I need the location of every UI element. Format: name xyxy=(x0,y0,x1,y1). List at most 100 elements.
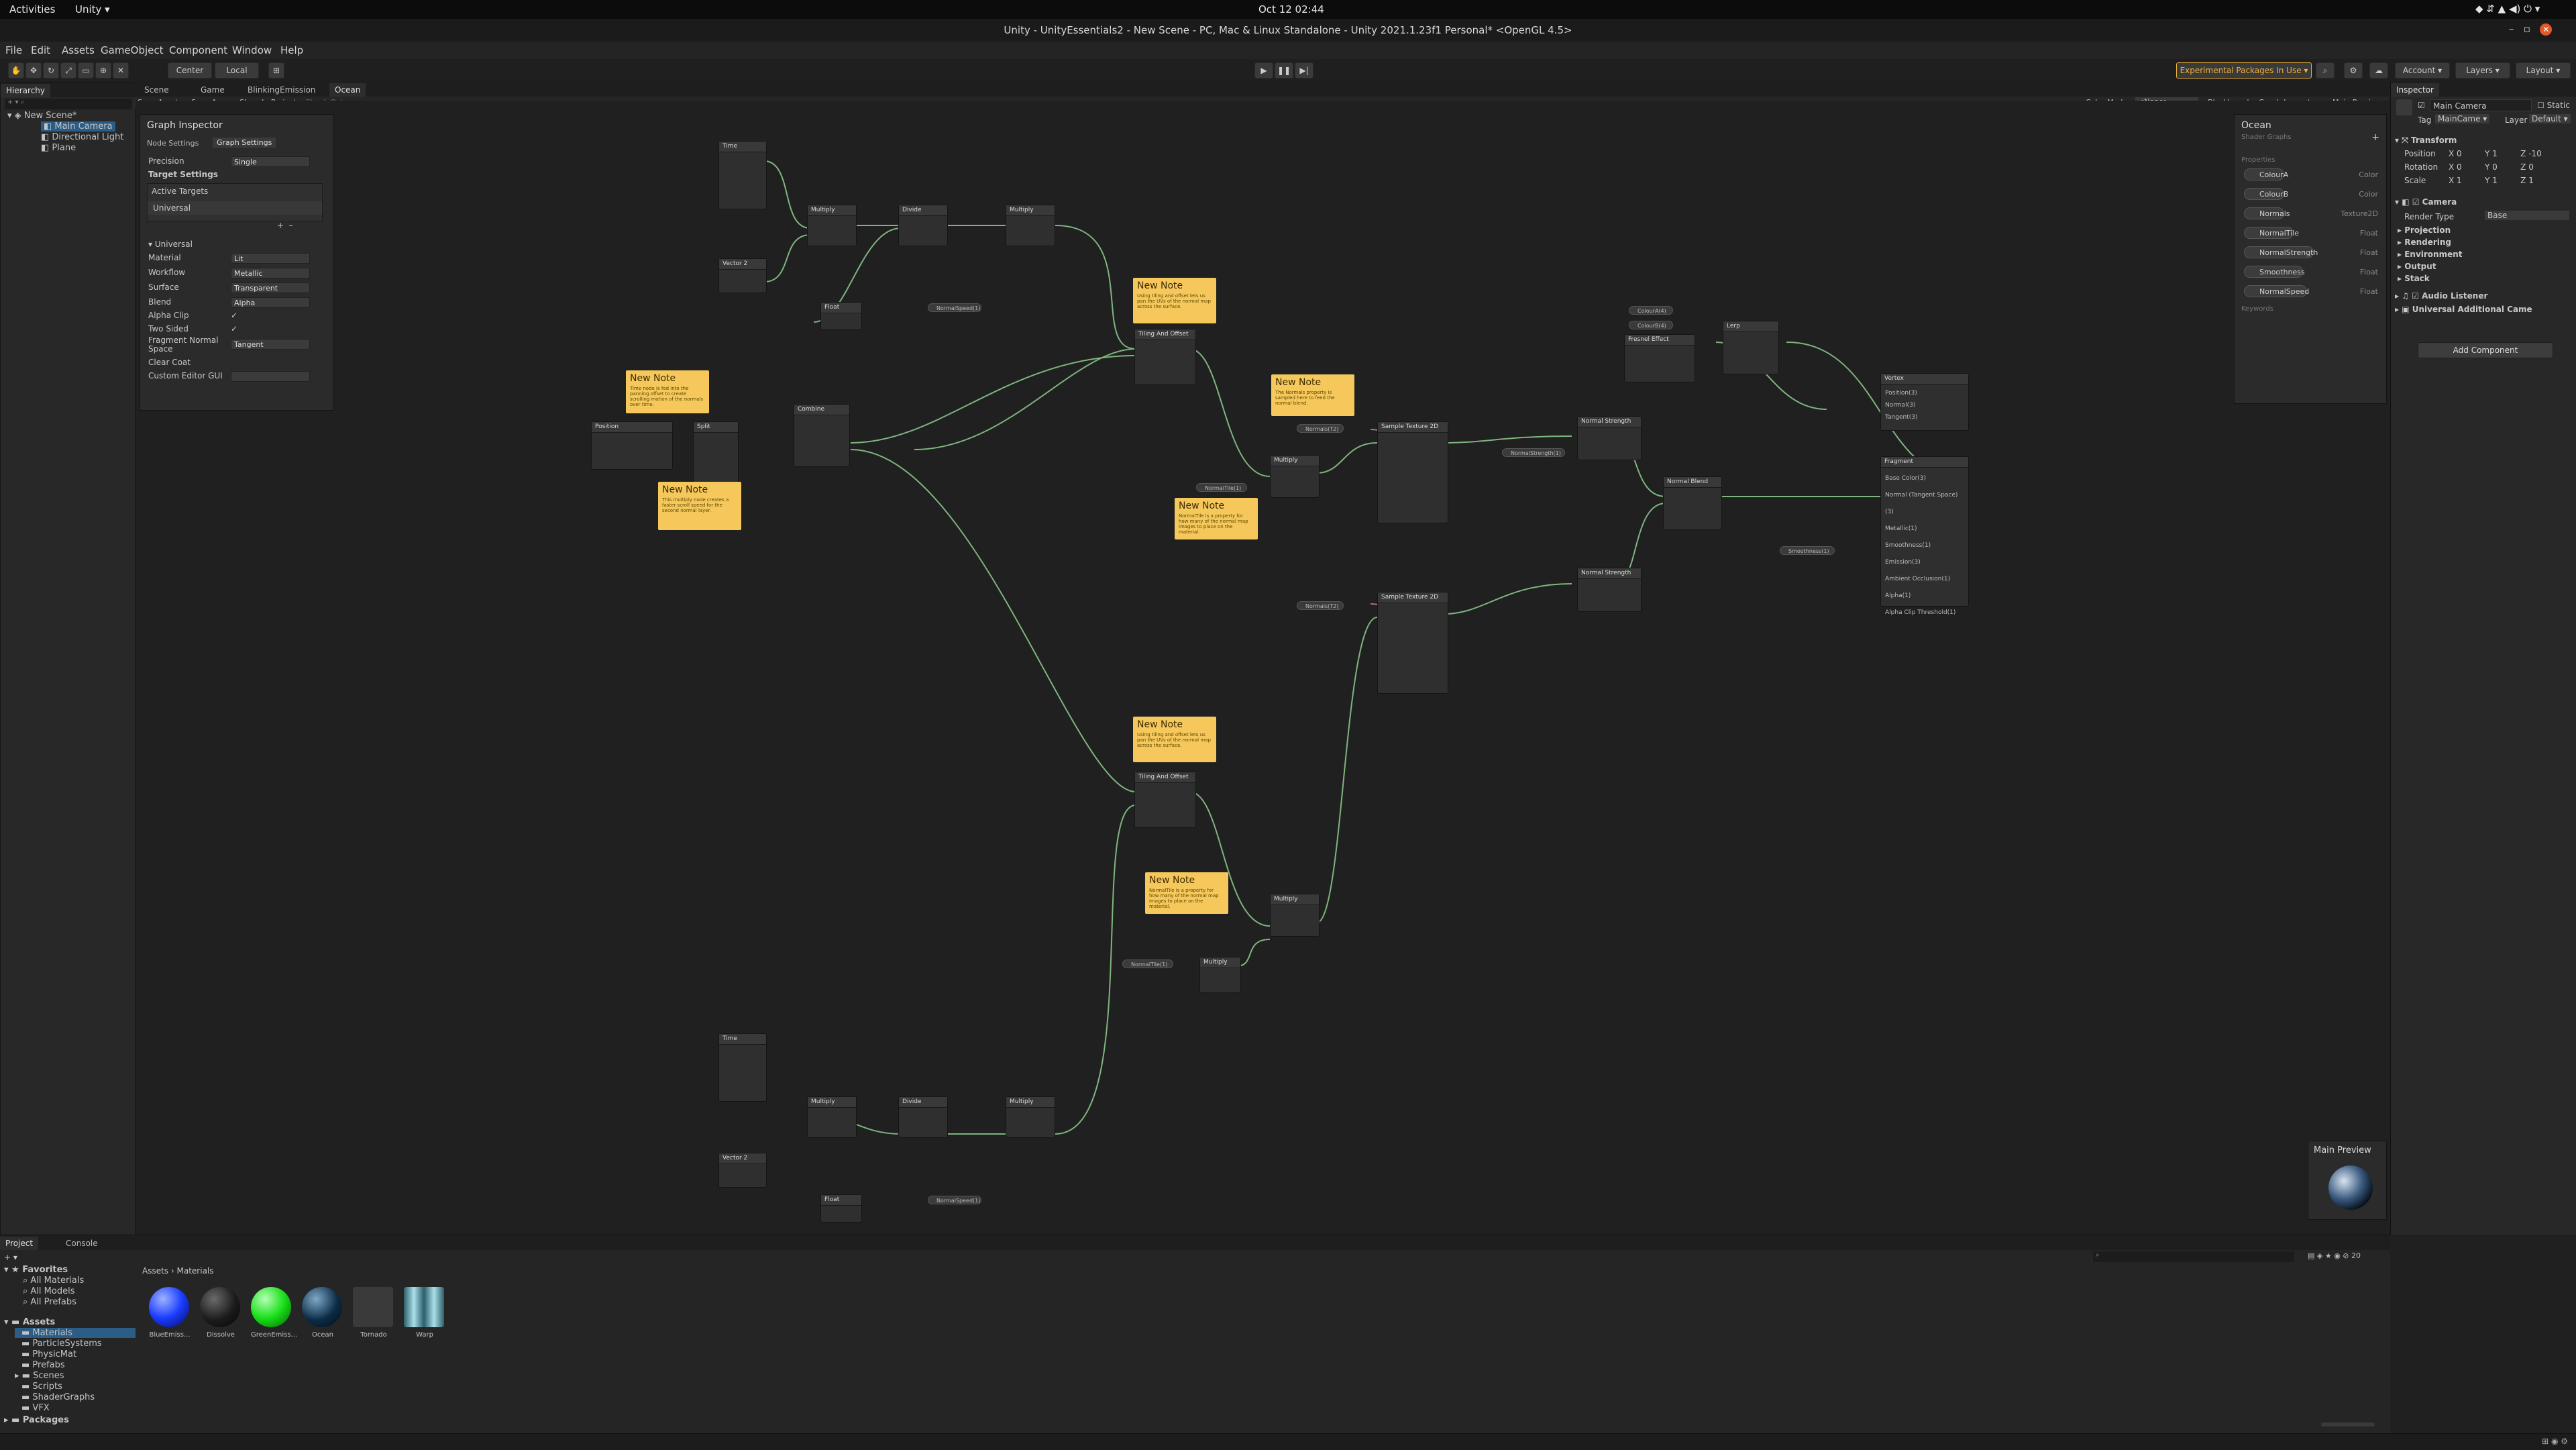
vertex-port-normal[interactable]: Normal(3) xyxy=(1885,399,1964,411)
node-multiply-4[interactable]: Multiply xyxy=(1006,1096,1055,1138)
app-menu[interactable]: Unity ▾ xyxy=(75,3,110,15)
asset-blue-emission[interactable]: BlueEmiss... xyxy=(149,1287,191,1339)
menu-assets[interactable]: Assets xyxy=(62,44,95,56)
tab-ocean[interactable]: Ocean xyxy=(329,83,366,97)
property-colour-a[interactable]: ColourA(4) xyxy=(1629,306,1673,315)
sticky-note-4[interactable]: New Note The Normals property is sampled … xyxy=(1271,374,1354,416)
property-normal-speed-bottom[interactable]: NormalSpeed(1) xyxy=(928,1196,981,1204)
property-colour-b[interactable]: ColourB(4) xyxy=(1629,321,1673,329)
rect-tool-icon[interactable]: ▭ xyxy=(78,62,94,79)
static-checkbox[interactable]: ☐ Static xyxy=(2537,101,2570,110)
tab-scene[interactable]: Scene xyxy=(139,83,174,97)
property-normal-speed-top[interactable]: NormalSpeed(1) xyxy=(928,303,981,312)
material-dropdown[interactable]: Lit xyxy=(231,253,310,264)
folder-particle-systems[interactable]: ▬ ParticleSystems xyxy=(21,1339,102,1349)
tab-project[interactable]: Project xyxy=(0,1237,39,1250)
position-fields[interactable]: X 0 Y 1 Z -10 xyxy=(2449,149,2542,158)
node-normal-strength-top[interactable]: Normal Strength xyxy=(1577,416,1642,460)
tab-inspector[interactable]: Inspector xyxy=(2391,83,2439,97)
menu-edit[interactable]: Edit xyxy=(31,44,50,56)
folder-shader-graphs[interactable]: ▬ ShaderGraphs xyxy=(21,1392,95,1402)
gear-icon[interactable]: ⚙ xyxy=(2344,62,2363,79)
node-fresnel-effect[interactable]: Fresnel Effect xyxy=(1624,334,1695,382)
audio-listener-header[interactable]: ▸ ♫ ☑ Audio Listener xyxy=(2395,291,2487,301)
vertex-port-tangent[interactable]: Tangent(3) xyxy=(1885,411,1964,423)
menu-file[interactable]: File xyxy=(5,44,22,56)
alpha-clip-checkbox[interactable]: ✓ xyxy=(231,311,237,320)
section-environment[interactable]: ▸ Environment xyxy=(2398,250,2463,259)
status-icons[interactable]: ⊞ ◉ ⚙ xyxy=(2542,1437,2568,1446)
node-position[interactable]: Position xyxy=(591,421,673,470)
asset-warp[interactable]: Warp xyxy=(404,1287,445,1339)
blend-dropdown[interactable]: Alpha xyxy=(231,297,310,308)
node-divide-bottom[interactable]: Divide xyxy=(898,1096,948,1138)
node-split[interactable]: Split xyxy=(693,421,739,483)
pivot-center-button[interactable]: Center xyxy=(168,62,212,79)
scale-tool-icon[interactable]: ⤢ xyxy=(60,62,76,79)
node-float-top[interactable]: Float xyxy=(820,302,862,330)
asset-ocean[interactable]: Ocean xyxy=(302,1287,343,1339)
workflow-dropdown[interactable]: Metallic xyxy=(231,268,310,278)
clock[interactable]: Oct 12 02:44 xyxy=(1258,3,1324,15)
node-fragment-context[interactable]: Fragment Base Color(3) Normal (Tangent S… xyxy=(1880,456,1969,616)
two-sided-checkbox[interactable]: ✓ xyxy=(231,324,237,333)
node-normal-strength-bottom[interactable]: Normal Strength xyxy=(1577,568,1642,612)
section-output[interactable]: ▸ Output xyxy=(2398,262,2436,271)
search-icon[interactable]: ⌕ xyxy=(2316,62,2334,79)
section-stack[interactable]: ▸ Stack xyxy=(2398,274,2430,283)
tab-blinking-emission[interactable]: BlinkingEmission xyxy=(242,83,321,97)
fragment-port-alpha[interactable]: Alpha(1) xyxy=(1885,588,1964,605)
node-time-top[interactable]: Time xyxy=(718,141,767,209)
favorite-all-prefabs[interactable]: ⌕ All Prefabs xyxy=(23,1297,76,1307)
fragment-port-normal[interactable]: Normal (Tangent Space)(3) xyxy=(1885,487,1964,521)
favorite-all-materials[interactable]: ⌕ All Materials xyxy=(23,1276,84,1286)
pause-icon[interactable]: ❚❚ xyxy=(1275,62,1293,79)
tab-console[interactable]: Console xyxy=(60,1237,103,1250)
rotate-tool-icon[interactable]: ↻ xyxy=(43,62,59,79)
favorites-header[interactable]: ▾ ★ Favorites xyxy=(4,1265,68,1275)
asset-tornado[interactable]: Tornado xyxy=(353,1287,394,1339)
add-property-button[interactable]: + xyxy=(2371,132,2379,143)
thumbnail-size-slider[interactable] xyxy=(2321,1422,2375,1427)
fragment-port-alpha-clip[interactable]: Alpha Clip Threshold(1) xyxy=(1885,605,1964,621)
experimental-packages-button[interactable]: Experimental Packages In Use ▾ xyxy=(2176,62,2312,79)
folder-scripts[interactable]: ▬ Scripts xyxy=(21,1382,62,1392)
blackboard-prop-normals[interactable]: Normals xyxy=(2244,207,2290,219)
tab-graph-settings[interactable]: Graph Settings xyxy=(213,138,276,148)
target-universal-item[interactable]: Universal xyxy=(148,201,322,215)
sticky-note-1[interactable]: New Note Time node is fed into the pannin… xyxy=(626,370,709,413)
folder-scenes[interactable]: ▸ ▬ Scenes xyxy=(15,1371,64,1381)
fragment-port-metallic[interactable]: Metallic(1) xyxy=(1885,521,1964,537)
universal-camera-header[interactable]: ▸ ▣ Universal Additional Came xyxy=(2395,305,2532,314)
hierarchy-item-directional-light[interactable]: ◧ Directional Light xyxy=(41,132,123,142)
blackboard-prop-normal-strength[interactable]: NormalStrength xyxy=(2244,246,2318,258)
property-normals-bottom[interactable]: Normals(T2) xyxy=(1297,601,1344,610)
object-name-field[interactable]: Main Camera xyxy=(2430,99,2532,111)
play-icon[interactable]: ▶ xyxy=(1254,62,1273,79)
hierarchy-search[interactable]: + ▾ ⌕ xyxy=(5,99,132,109)
sticky-note-5[interactable]: New Note NormalTile is a property for how… xyxy=(1175,498,1258,539)
tab-node-settings[interactable]: Node Settings xyxy=(147,139,199,148)
menu-window[interactable]: Window xyxy=(232,44,272,56)
packages-header[interactable]: ▸ ▬ Packages xyxy=(4,1415,69,1425)
hierarchy-item-main-camera[interactable]: ◧ Main Camera xyxy=(41,121,115,132)
section-rendering[interactable]: ▸ Rendering xyxy=(2398,238,2451,247)
window-controls[interactable]: – ▫ ✕ xyxy=(2509,23,2553,36)
camera-header[interactable]: ▾ ◧ ☑ Camera xyxy=(2395,197,2457,207)
close-icon[interactable]: ✕ xyxy=(2540,23,2553,36)
blackboard-prop-colour-b[interactable]: ColourB xyxy=(2244,188,2288,200)
folder-physic-mat[interactable]: ▬ PhysicMat xyxy=(21,1349,76,1359)
node-combine[interactable]: Combine xyxy=(794,404,850,467)
activities-button[interactable]: Activities xyxy=(9,3,55,15)
transform-header[interactable]: ▾ ⤧ Transform xyxy=(2395,136,2457,146)
menu-component[interactable]: Component xyxy=(169,44,227,56)
breadcrumb-assets[interactable]: Assets xyxy=(142,1266,168,1276)
menu-help[interactable]: Help xyxy=(280,44,303,56)
sticky-note-3[interactable]: New Note Using tiling and offset lets us … xyxy=(1133,278,1216,323)
property-smoothness[interactable]: Smoothness(1) xyxy=(1780,546,1835,555)
node-vector2-bottom[interactable]: Vector 2 xyxy=(718,1153,767,1188)
hierarchy-item-plane[interactable]: ◧ Plane xyxy=(41,143,76,153)
custom-editor-gui-field[interactable] xyxy=(231,371,310,382)
grid-snap-icon[interactable]: ⊞ xyxy=(268,62,284,79)
hand-tool-icon[interactable]: ✋ xyxy=(8,62,24,79)
